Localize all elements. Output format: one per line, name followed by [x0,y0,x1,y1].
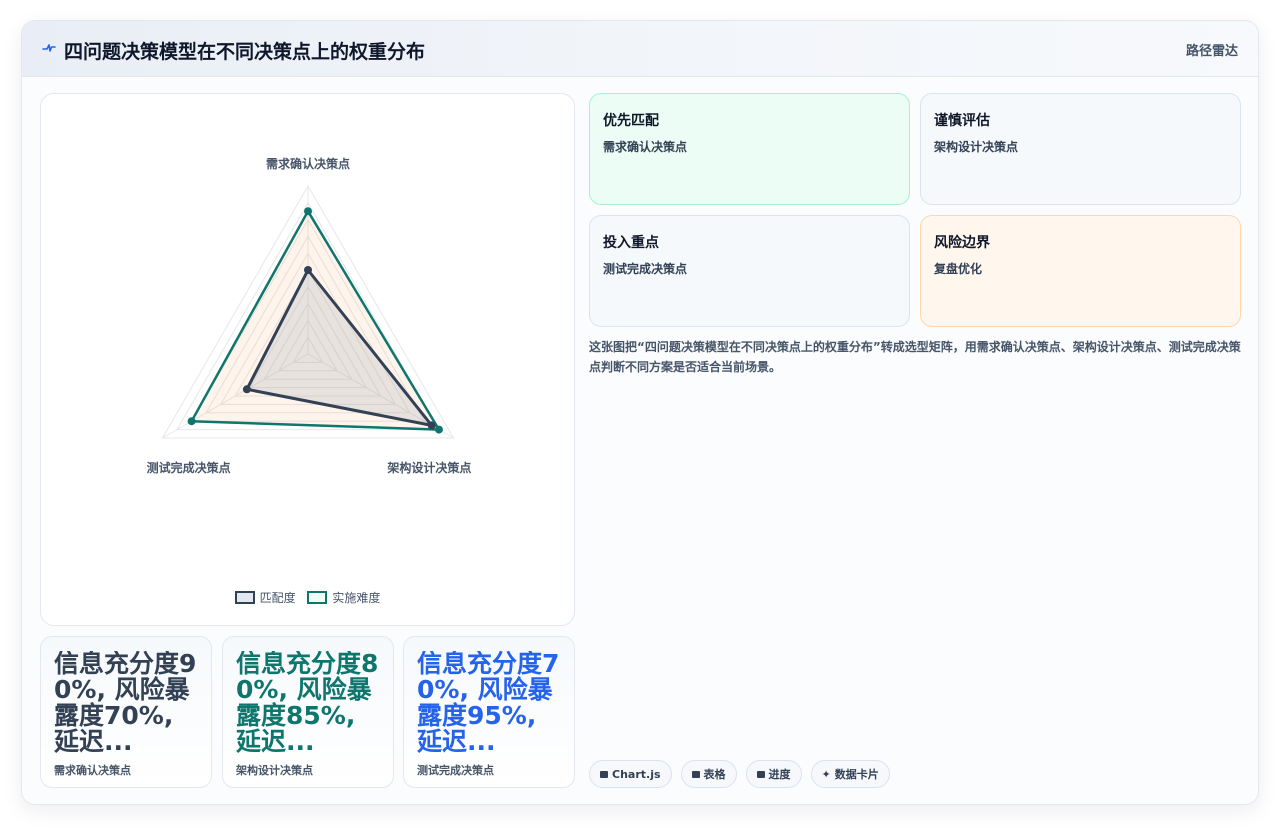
stat-value: 信息充分度70%, 风险暴露度95%, 延迟... [417,651,560,756]
radar-chart: 需求确认决策点架构设计决策点 测试完成决策点 [147,156,472,475]
chip-table[interactable]: 表格 [680,760,737,788]
tile-risk-boundary[interactable]: 风险边界 复盘优化 [920,215,1241,327]
chart-icon [600,770,608,778]
chip-progress[interactable]: 进度 [745,760,802,788]
page-title: 四问题决策模型在不同决策点上的权重分布 [64,41,426,63]
legend-item-series-1[interactable]: 实施难度 [307,589,380,606]
chip-data-card[interactable]: ✦ 数据卡片 [810,760,890,788]
tile-careful-eval[interactable]: 谨慎评估 架构设计决策点 [920,93,1241,205]
tile-subtitle: 测试完成决策点 [603,262,688,276]
stat-card: 信息充分度80%, 风险暴露度85%, 延迟... 架构设计决策点 [222,636,394,788]
table-icon [691,770,700,778]
tile-subtitle: 需求确认决策点 [603,140,688,154]
chart-legend: 匹配度 实施难度 [41,589,574,607]
chip-label: 表格 [703,768,726,781]
legend-label: 实施难度 [332,591,381,605]
stat-label: 需求确认决策点 [54,764,131,777]
sparkle-icon: ✦ [821,767,831,781]
tile-title: 谨慎评估 [934,113,990,129]
legend-label: 匹配度 [259,591,296,605]
stat-label: 架构设计决策点 [236,764,313,777]
chip-label: Chart.js [612,767,661,781]
radar-point-0 [242,385,251,394]
tile-title: 投入重点 [603,235,659,251]
tile-subtitle: 复盘优化 [934,262,983,276]
pulse-icon [42,44,56,52]
stat-card: 信息充分度90%, 风险暴露度70%, 延迟... 需求确认决策点 [40,636,212,788]
legend-item-series-0[interactable]: 匹配度 [234,589,296,606]
radar-chart-panel: 需求确认决策点架构设计决策点 测试完成决策点 匹配度 实施难度 [40,93,575,626]
header-tag: 路径雷达 [1185,44,1238,59]
tile-subtitle: 架构设计决策点 [934,140,1019,154]
tile-title: 优先匹配 [603,113,659,129]
legend-swatch [307,591,328,604]
stat-card: 信息充分度70%, 风险暴露度95%, 延迟... 测试完成决策点 [403,636,575,788]
radar-axis-label: 架构设计决策点 [386,460,471,475]
radar-point-1 [304,207,312,216]
tile-title: 风险边界 [934,235,990,251]
card-header: 四问题决策模型在不同决策点上的权重分布 路径雷达 [22,21,1258,77]
chip-label: 进度 [768,768,791,781]
stat-value: 信息充分度90%, 风险暴露度70%, 延迟... [54,651,197,756]
radar-point-0 [427,421,436,430]
stat-value: 信息充分度80%, 风险暴露度85%, 延迟... [236,651,379,756]
card: 四问题决策模型在不同决策点上的权重分布 路径雷达 需求确认决策点 架构设计决策点测… [21,20,1259,805]
radar-point-1 [187,417,196,426]
tile-investment-focus[interactable]: 投入重点 测试完成决策点 [589,215,910,327]
progress-icon [756,770,765,778]
radar-point-0 [304,266,312,274]
stat-label: 测试完成决策点 [417,764,494,777]
radar-axis-label: 需求确认决策点 [266,156,350,171]
tile-priority-match[interactable]: 优先匹配 需求确认决策点 [589,93,910,205]
radar-point-1 [434,425,443,434]
chip-label: 数据卡片 [834,768,879,781]
chip-row: Chart.js 表格 进度 ✦ 数据卡片 [589,760,890,788]
radar-axis-label: 测试完成决策点 [147,460,231,475]
legend-swatch [234,591,255,604]
chart-description: 这张图把“四问题决策模型在不同决策点上的权重分布”转成选型矩阵，用需求确认决策点… [589,340,1241,374]
chip-chartjs[interactable]: Chart.js [589,760,672,788]
